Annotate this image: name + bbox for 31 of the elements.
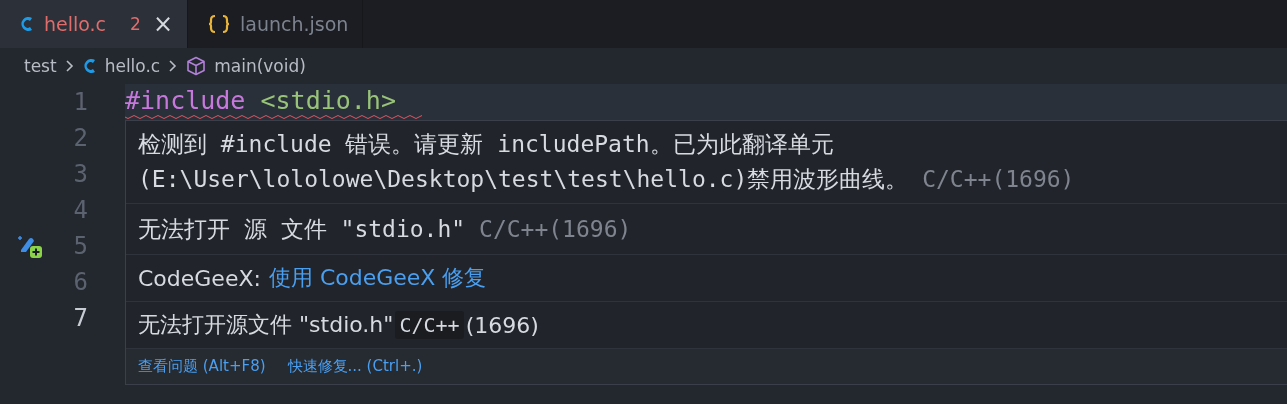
line-number: 5 [72, 232, 88, 260]
line-number: 1 [72, 88, 88, 116]
c-file-icon [20, 14, 34, 34]
breadcrumb-item[interactable]: test [24, 56, 57, 76]
line-number: 7 [72, 304, 88, 332]
fix-link[interactable]: 使用 CodeGeeX 修复 [268, 263, 487, 293]
code-line: #include <stdio.h> [125, 85, 397, 115]
cube-icon [186, 56, 207, 76]
chevron-icon [168, 59, 179, 73]
editor-tab[interactable]: hello.c 2 × [0, 0, 188, 48]
action-label: CodeGeeX: [138, 265, 261, 291]
line-number: 3 [72, 160, 88, 188]
source-tag: C/C++ [395, 311, 464, 339]
line-number: 6 [72, 268, 88, 296]
line-number: 4 [72, 196, 88, 224]
ai-edit-icon[interactable] [17, 233, 43, 259]
diagnostic-message: 检测到 #include 错误。请更新 includePath。已为此翻译单元 (E:\User\lololowe\Desktop\test\test\hello.c)禁用波形曲线。 C/C++(1696) [138, 130, 1075, 194]
hover-action-link[interactable]: 快速修复... (Ctrl+.) [287, 357, 423, 376]
line-number: 2 [72, 124, 88, 152]
close-icon[interactable]: × [152, 10, 173, 38]
breadcrumb-item[interactable]: hello.c [82, 56, 161, 76]
editor-tab[interactable]: launch.json [188, 0, 364, 48]
hover-action-link[interactable]: 查看问题 (Alt+F8) [138, 357, 266, 376]
chevron-icon [64, 59, 75, 73]
problem-count: 2 [130, 14, 141, 34]
diagnostic-message: 无法打开 源 文件 "stdio.h" C/C++(1696) [138, 214, 632, 244]
c-file-icon [82, 56, 97, 76]
error-code: (1696) [465, 312, 539, 338]
breadcrumb-item[interactable]: main(void) [186, 56, 306, 76]
braces-icon [208, 14, 230, 34]
error-message: 无法打开源文件 "stdio.h" [138, 311, 394, 339]
